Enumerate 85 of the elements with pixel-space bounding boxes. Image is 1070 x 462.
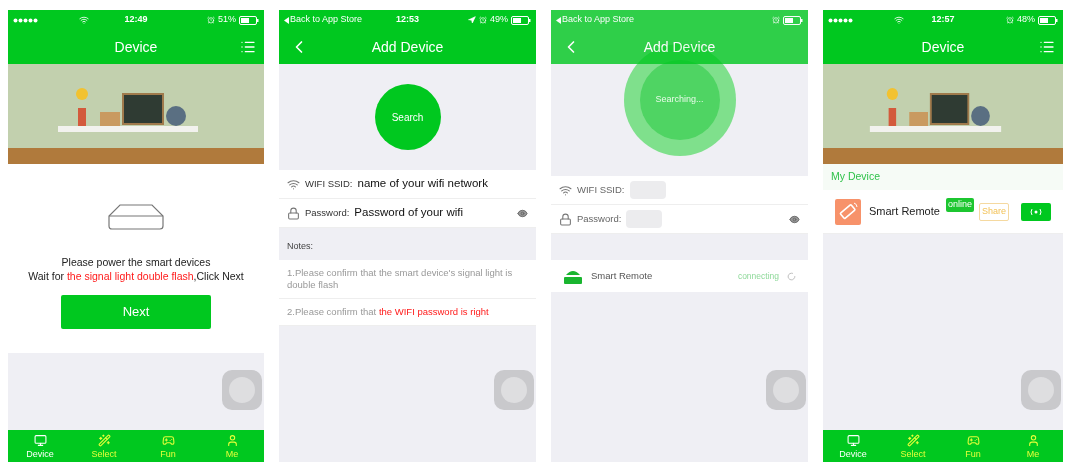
magic-wand-icon (906, 433, 920, 447)
back-to-app-link[interactable]: Back to App Store (562, 13, 635, 27)
back-triangle-icon (556, 16, 561, 24)
signal-button[interactable] (1021, 202, 1051, 221)
magic-wand-icon (97, 433, 111, 447)
menu-icon[interactable] (1039, 39, 1055, 55)
battery-percent: 48% (1017, 13, 1035, 27)
nav-title: Add Device (371, 37, 444, 57)
wifi-ssid-field[interactable]: WIFI SSID: name of your wifi network (279, 170, 536, 199)
found-device-row[interactable]: Smart Remote connecting (551, 260, 808, 292)
nav-title: Add Device (643, 37, 716, 57)
connection-status: connecting (737, 269, 779, 283)
alarm-icon (479, 16, 487, 24)
signal-icon (828, 17, 854, 23)
wifi-icon (559, 183, 572, 197)
field-label: WIFI SSID: (305, 176, 353, 191)
back-to-app-link[interactable]: Back to App Store (290, 13, 363, 27)
field-label: Password: (305, 205, 350, 220)
assistive-touch-button[interactable] (494, 370, 534, 410)
tab[interactable]: Me (200, 430, 264, 462)
wifi-icon (894, 15, 904, 25)
status-time: 12:53 (396, 13, 419, 27)
nav-title: Device (921, 37, 965, 57)
battery-icon (511, 15, 531, 25)
lock-icon (287, 206, 300, 220)
battery-icon (239, 15, 259, 25)
menu-icon[interactable] (240, 39, 256, 55)
input-field[interactable]: name of your wifi network (357, 175, 528, 193)
show-password-icon[interactable] (789, 213, 800, 225)
next-button[interactable]: Next (61, 295, 211, 329)
online-badge: online (945, 198, 974, 212)
assistive-touch-button[interactable] (1021, 370, 1061, 410)
battery-percent: 49% (490, 13, 508, 27)
assistive-touch-button[interactable] (222, 370, 262, 410)
search-button[interactable]: Search (374, 84, 441, 150)
tab[interactable]: Select (72, 430, 136, 462)
nav-title: Device (114, 37, 158, 57)
battery-icon (1038, 15, 1058, 25)
password-field[interactable]: Password: Password of your wifi (279, 199, 536, 228)
instruction-text: Please power the smart devices (61, 255, 211, 269)
location-arrow-icon (468, 16, 476, 24)
alarm-icon (1006, 16, 1014, 24)
monitor-icon (846, 433, 860, 447)
note-text: 1.Please confirm that the smart device's signal light is double flash (287, 267, 514, 291)
back-triangle-icon (284, 16, 289, 24)
input-field[interactable]: Password of your wifi (354, 204, 512, 222)
wifi-icon (287, 177, 300, 191)
device-name: Smart Remote (591, 268, 654, 283)
searching-indicator: Searching... (639, 60, 720, 140)
monitor-icon (33, 433, 47, 447)
tab[interactable]: Select (883, 430, 943, 462)
lock-icon (559, 212, 572, 226)
person-icon (225, 433, 239, 447)
tab[interactable]: Fun (136, 430, 200, 462)
device-box-icon (108, 204, 164, 230)
tab[interactable]: Fun (943, 430, 1003, 462)
field-label: Password: (577, 211, 622, 226)
alarm-icon (207, 16, 215, 24)
alarm-icon (772, 16, 780, 24)
tab[interactable]: Device (8, 430, 72, 462)
remote-control-icon (835, 198, 861, 225)
tab[interactable]: Device (823, 430, 883, 462)
notes-header: Notes: (287, 240, 313, 254)
gamepad-icon (966, 433, 980, 447)
signal-waves-icon (1028, 207, 1044, 216)
field-label: WIFI SSID: (577, 182, 625, 197)
share-button[interactable]: Share (978, 202, 1009, 221)
password-field[interactable]: Password: (551, 205, 808, 234)
wifi-ssid-field[interactable]: WIFI SSID: (551, 176, 808, 205)
instruction-text: Wait for the signal light double flash,Click Next (28, 269, 244, 283)
assistive-touch-button[interactable] (766, 370, 806, 410)
show-password-icon[interactable] (517, 207, 528, 219)
status-time: 12:49 (124, 13, 148, 27)
section-header: My Device (831, 169, 880, 185)
person-icon (1026, 433, 1040, 447)
battery-percent: 51% (218, 13, 236, 27)
tab[interactable]: Me (1003, 430, 1063, 462)
status-time: 12:57 (931, 13, 955, 27)
loading-spinner-icon (787, 271, 796, 281)
device-name: Smart Remote (869, 204, 940, 220)
battery-icon (783, 15, 803, 25)
note-text: 2.Please confirm that the WIFI password is right (287, 306, 490, 318)
signal-icon (13, 17, 39, 23)
gamepad-icon (161, 433, 175, 447)
wifi-icon (79, 15, 89, 25)
